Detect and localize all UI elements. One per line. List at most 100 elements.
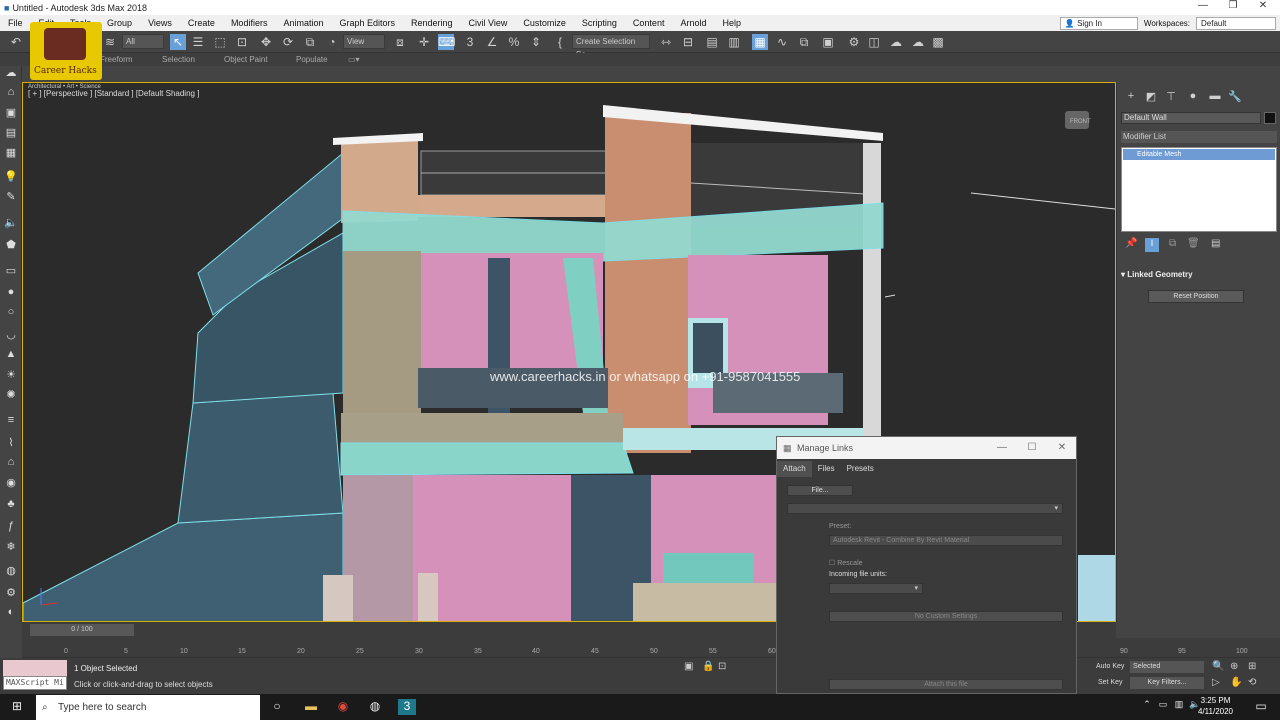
sphere-icon[interactable]: ●	[3, 286, 19, 300]
tab-attach[interactable]: Attach	[777, 461, 812, 477]
auto-key-button[interactable]: Auto Key	[1096, 663, 1124, 670]
angle-snap-icon[interactable]: ∠	[484, 34, 500, 50]
menu-modifiers[interactable]: Modifiers	[223, 18, 276, 28]
menu-graph-editors[interactable]: Graph Editors	[331, 18, 403, 28]
taskbar-clock[interactable]: 3:25 PM 4/11/2020	[1198, 695, 1233, 717]
pin-stack-icon[interactable]: 📌	[1125, 238, 1137, 249]
align-icon[interactable]: ⊟	[680, 34, 696, 50]
windows-start-icon[interactable]: ⊞	[8, 699, 26, 715]
fire-icon[interactable]: ƒ	[3, 520, 19, 534]
menu-content[interactable]: Content	[625, 18, 673, 28]
maximize-button[interactable]: ❐	[1218, 0, 1248, 15]
lock-icon[interactable]: 🔒	[702, 661, 714, 672]
house-icon[interactable]: ⌂	[3, 456, 19, 470]
dialog-titlebar[interactable]: ▦ Manage Links — ☐ ✕	[777, 437, 1076, 459]
ribbon-tab-selection[interactable]: Selection	[162, 55, 195, 64]
sound-icon[interactable]: 🔈	[3, 216, 19, 230]
custom-settings-button[interactable]: No Custom Settings	[829, 611, 1063, 622]
motion-tab-icon[interactable]: ●	[1185, 90, 1201, 104]
obs-icon[interactable]: ◍	[366, 699, 384, 715]
stack-item-editable-mesh[interactable]: Editable Mesh	[1123, 149, 1275, 160]
menu-customize[interactable]: Customize	[515, 18, 574, 28]
incoming-units-dropdown[interactable]: ▾	[829, 583, 923, 594]
schematic-view-icon[interactable]: ⧉	[796, 34, 812, 50]
scene-explorer-icon[interactable]: ▤	[704, 34, 720, 50]
curve-editor-icon[interactable]: ∿	[774, 34, 790, 50]
key-filters-button[interactable]: Key Filters...	[1130, 677, 1204, 689]
menu-create[interactable]: Create	[180, 18, 223, 28]
create-tab-icon[interactable]: +	[1123, 90, 1139, 104]
dialog-maximize-button[interactable]: ☐	[1017, 437, 1047, 459]
preset-dropdown[interactable]: Autodesk Revit - Combine By Revit Materi…	[829, 535, 1063, 546]
display-tab-icon[interactable]: ▬	[1207, 90, 1223, 104]
mirror-icon[interactable]: ⇿	[658, 34, 674, 50]
workspaces-dropdown[interactable]: Default	[1196, 16, 1276, 30]
create-icon[interactable]: ⌂	[3, 86, 19, 100]
3dsmax-taskbar-icon[interactable]: 3	[398, 699, 416, 715]
menu-arnold[interactable]: Arnold	[672, 18, 714, 28]
image-icon[interactable]: ▣	[3, 106, 19, 120]
taskbar-search-box[interactable]: ⌕ Type here to search	[36, 695, 260, 720]
menu-help[interactable]: Help	[714, 18, 749, 28]
help-icon[interactable]: ◐	[3, 606, 19, 620]
reset-position-button[interactable]: Reset Position	[1148, 290, 1244, 303]
orbit-icon[interactable]: ⟲	[1248, 677, 1256, 688]
file-explorer-icon[interactable]: ▬	[302, 699, 320, 715]
pivot-icon[interactable]: ⧈	[392, 34, 408, 50]
bind-spacewarp-icon[interactable]: ≋	[102, 34, 118, 50]
lights-icon[interactable]: ✺	[3, 388, 19, 402]
window-crossing-icon[interactable]: ⊡	[234, 34, 250, 50]
render-cloud-icon[interactable]: ☁	[910, 34, 926, 50]
play-icon[interactable]: ▷	[1212, 677, 1220, 688]
material-editor-icon[interactable]: ▣	[820, 34, 836, 50]
menu-rendering[interactable]: Rendering	[403, 18, 461, 28]
remove-modifier-icon[interactable]: 🗑	[1187, 238, 1200, 249]
selected-set-dropdown[interactable]: Selected	[1130, 661, 1204, 673]
cone-icon[interactable]: ▲	[3, 348, 19, 362]
spinner-snap-icon[interactable]: ⇕	[528, 34, 544, 50]
bowl-icon[interactable]: ◡	[3, 328, 19, 342]
file-button[interactable]: File...	[787, 485, 853, 496]
ribbon-tab-populate[interactable]: Populate	[296, 55, 328, 64]
ribbon-options-icon[interactable]: ▭▾	[348, 55, 360, 64]
set-key-button[interactable]: Set Key	[1098, 679, 1123, 686]
attach-file-button[interactable]: Attach this file	[829, 679, 1063, 690]
zoom-all-icon[interactable]: ⊕	[1230, 661, 1238, 672]
modifier-stack[interactable]: Editable Mesh	[1121, 147, 1277, 232]
isolate-icon[interactable]: ▣	[684, 661, 693, 672]
maxscript-mini-listener[interactable]: MAXScript Mi	[3, 676, 67, 690]
ribbon-tab-object-paint[interactable]: Object Paint	[224, 55, 268, 64]
pipe-icon[interactable]: ⌇	[3, 436, 19, 450]
hierarchy-tab-icon[interactable]: ⊤	[1163, 90, 1179, 104]
keyboard-shortcut-icon[interactable]: ⌨	[438, 34, 455, 50]
time-slider-handle[interactable]: 0 / 100	[30, 624, 134, 636]
undo-icon[interactable]: ↶	[8, 34, 24, 50]
manipulate-icon[interactable]: ✛	[416, 34, 432, 50]
rendered-frame-icon[interactable]: ◫	[866, 34, 882, 50]
plant-icon[interactable]: ♣	[3, 498, 19, 512]
object-color-swatch[interactable]	[1264, 112, 1276, 124]
minimize-button[interactable]: —	[1188, 0, 1218, 15]
scale-icon[interactable]: ⧉	[302, 34, 318, 50]
ring-icon[interactable]: ○	[3, 306, 19, 320]
file-path-dropdown[interactable]: ▾	[787, 503, 1063, 514]
doc-icon[interactable]: ▤	[3, 126, 19, 140]
table-icon[interactable]: ▦	[3, 146, 19, 160]
selection-filter-dropdown[interactable]: All	[122, 34, 164, 49]
menu-group[interactable]: Group	[99, 18, 140, 28]
zoom-extents-icon[interactable]: ⊞	[1248, 661, 1256, 672]
zoom-icon[interactable]: 🔍	[1212, 661, 1224, 672]
ribbon-tab-freeform[interactable]: Freeform	[100, 55, 132, 64]
maxscript-listener-top[interactable]	[3, 660, 67, 676]
rescale-checkbox[interactable]: ☐ Rescale	[829, 559, 863, 567]
object-name-field[interactable]: Default Wall	[1121, 112, 1261, 124]
globe-icon[interactable]: ◍	[3, 564, 19, 578]
task-view-icon[interactable]: ○	[268, 699, 286, 715]
bulb-icon[interactable]: 💡	[3, 170, 19, 184]
menu-file[interactable]: File	[0, 18, 31, 28]
tab-presets[interactable]: Presets	[841, 461, 880, 477]
configure-sets-icon[interactable]: ▤	[1211, 238, 1220, 249]
percent-snap-icon[interactable]: %	[506, 34, 522, 50]
chrome-icon[interactable]: ◉	[334, 699, 352, 715]
stairs-icon[interactable]: ≡	[3, 414, 19, 428]
